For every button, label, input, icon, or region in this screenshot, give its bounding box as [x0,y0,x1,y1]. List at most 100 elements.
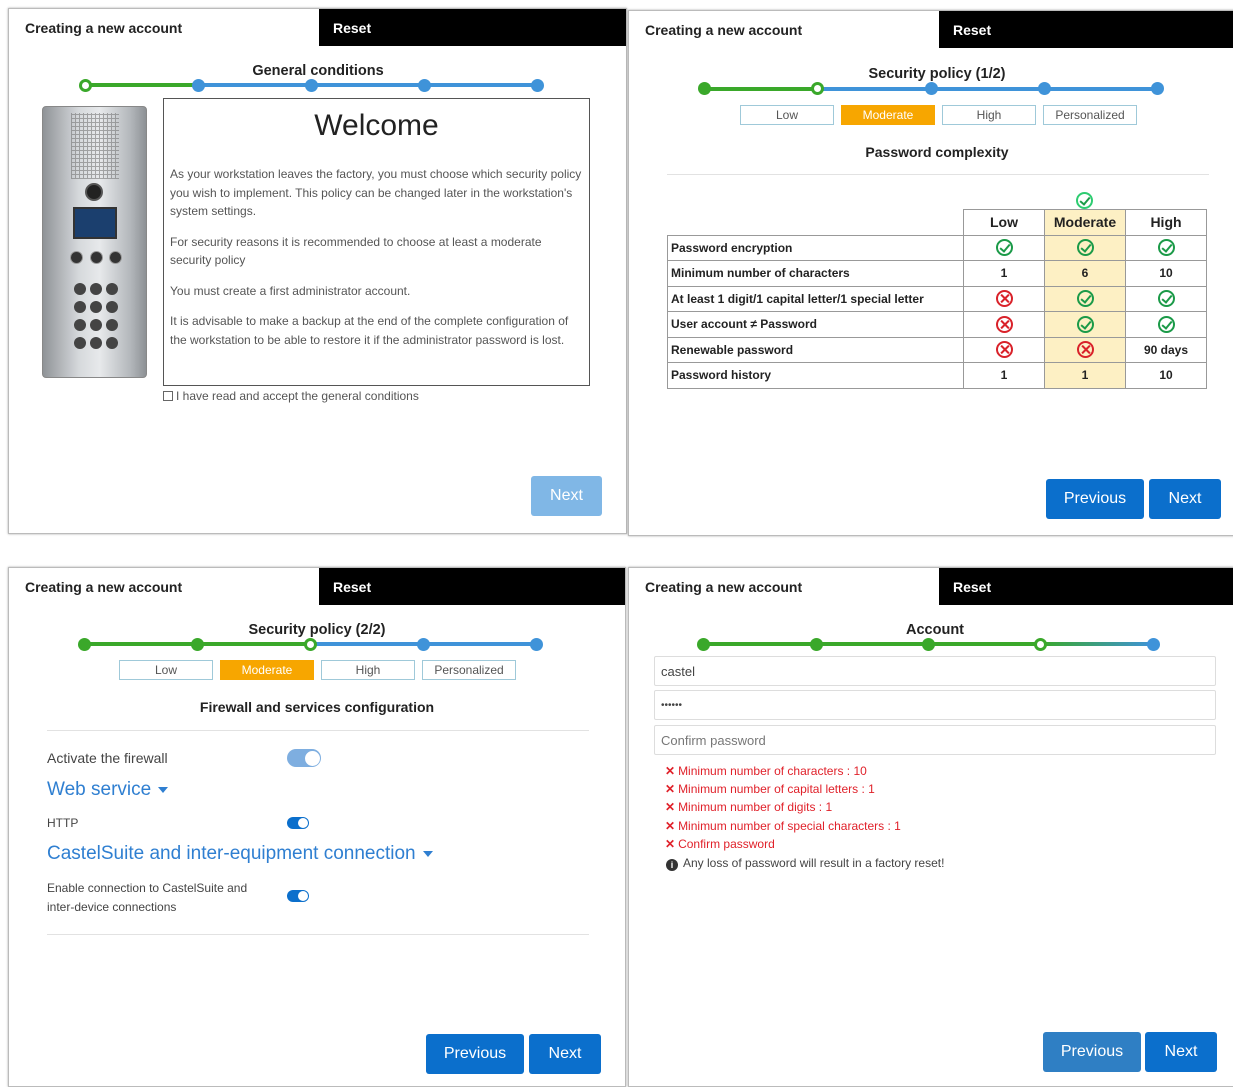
next-button[interactable]: Next [531,476,602,516]
welcome-paragraph: For security reasons it is recommended t… [170,234,542,268]
tab-high[interactable]: High [942,105,1036,125]
tab-low[interactable]: Low [740,105,834,125]
password-complexity-table: Low Moderate High Password encryption Mi… [667,209,1207,389]
selected-column-check-icon [1076,192,1093,210]
checkbox-box[interactable] [163,391,173,401]
error-text: Minimum number of special characters : 1 [678,819,901,833]
step-dot [417,638,430,651]
welcome-title: Welcome [314,109,439,142]
info-text: Any loss of password will result in a fa… [683,856,945,870]
column-header: High [1125,209,1207,236]
cross-icon [963,336,1045,363]
previous-button[interactable]: Previous [1046,479,1144,519]
chevron-down-icon [158,786,169,793]
reset-button[interactable]: Reset [939,568,1233,605]
panel-security-policy-1: Creating a new account Reset Security po… [628,10,1233,536]
tab-high[interactable]: High [321,660,415,680]
policy-tabs: Low Moderate High Personalized [119,660,516,680]
check-icon [1044,234,1126,261]
castelsuite-section[interactable]: CastelSuite and inter-equipment connecti… [47,843,433,865]
intercom-device-image [42,106,147,378]
row-label: Password history [667,362,964,389]
stepper-line [1040,642,1154,646]
welcome-text-box: Welcome As your workstation leaves the f… [163,98,590,386]
validation-error: ✕ Minimum number of digits : 1 [665,800,832,814]
row-label: Renewable password [667,336,964,363]
step-dot [1147,638,1160,651]
tab-personalized[interactable]: Personalized [422,660,516,680]
divider [667,174,1209,175]
next-button[interactable]: Next [1145,1032,1217,1072]
web-service-section-label: Web service [47,779,152,800]
step-dot [1151,82,1164,95]
http-toggle[interactable] [287,817,309,829]
previous-button[interactable]: Previous [1043,1032,1141,1072]
cell-value: 1 [1044,362,1126,389]
previous-button[interactable]: Previous [426,1034,524,1074]
step-label: Security policy (1/2) [865,66,1009,82]
welcome-paragraph: You must create a first administrator ac… [170,283,411,298]
chevron-down-icon [422,850,433,857]
step-label: General conditions [249,63,387,79]
step-dot-done [810,638,823,651]
reset-button[interactable]: Reset [319,9,626,46]
step-dot [530,638,543,651]
info-message: i Any loss of password will result in a f… [666,856,944,871]
step-dot [925,82,938,95]
panel-title: Creating a new account [629,11,939,48]
step-dot-done [78,638,91,651]
column-header: Moderate [1044,209,1126,236]
accept-conditions-checkbox[interactable]: I have read and accept the general condi… [163,389,419,403]
welcome-paragraph: It is advisable to make a backup at the … [170,314,569,347]
panel-account: Creating a new account Reset Account cas… [628,567,1233,1087]
password-input[interactable]: •••••• [654,690,1216,720]
column-header: Low [963,209,1045,236]
cell-value: 6 [1044,260,1126,287]
cell-value: 10 [1125,362,1207,389]
step-dot-done [922,638,935,651]
step-dot [418,79,431,92]
row-label: User account ≠ Password [667,311,964,338]
reset-button[interactable]: Reset [939,11,1233,48]
error-text: Minimum number of characters : 10 [678,764,867,778]
error-x-icon: ✕ [665,819,676,833]
check-icon [1044,285,1126,312]
check-icon [1125,311,1207,338]
connection-label-line1: Enable connection to CastelSuite and [47,881,248,895]
tab-low[interactable]: Low [119,660,213,680]
step-dot-current [304,638,317,651]
connection-toggle[interactable] [287,890,309,902]
step-dot [305,79,318,92]
step-dot-current [811,82,824,95]
info-icon: i [666,859,678,871]
check-icon [963,234,1045,261]
tab-personalized[interactable]: Personalized [1043,105,1137,125]
firewall-label: Activate the firewall [47,750,168,766]
panel-title: Creating a new account [629,568,939,605]
connection-label-line2: inter-device connections [47,900,177,914]
next-button[interactable]: Next [529,1034,601,1074]
castelsuite-section-label: CastelSuite and inter-equipment connecti… [47,843,416,864]
step-dot [531,79,544,92]
firewall-toggle[interactable] [287,749,321,767]
stepper-line [199,83,539,87]
web-service-section[interactable]: Web service [47,779,169,801]
table-header-row: Low Moderate High [668,209,1207,236]
username-input[interactable]: castel [654,656,1216,686]
table-row: At least 1 digit/1 capital letter/1 spec… [667,285,1207,312]
reset-button[interactable]: Reset [319,568,625,605]
confirm-password-input[interactable]: Confirm password [654,725,1216,755]
stepper-line [85,83,199,87]
section-subtitle: Firewall and services configuration [199,699,435,715]
next-button[interactable]: Next [1149,479,1221,519]
tab-moderate[interactable]: Moderate [220,660,314,680]
tab-moderate[interactable]: Moderate [841,105,935,125]
policy-tabs: Low Moderate High Personalized [740,105,1137,125]
validation-error: ✕ Minimum number of capital letters : 1 [665,782,875,796]
divider [47,934,589,935]
http-label: HTTP [47,816,79,830]
cross-icon [1044,336,1126,363]
row-label: Minimum number of characters [667,260,964,287]
stepper-line [705,87,819,91]
step-dot-done [697,638,710,651]
